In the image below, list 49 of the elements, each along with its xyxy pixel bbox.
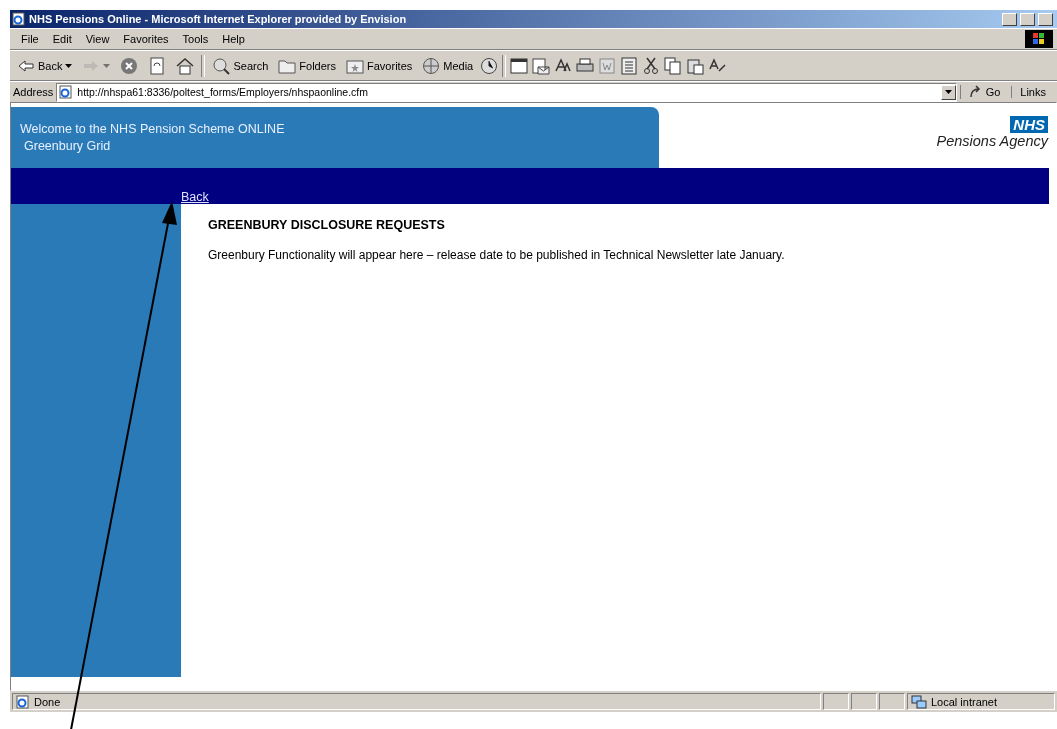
windows-logo-icon xyxy=(1025,30,1053,48)
window-icon[interactable] xyxy=(510,56,529,75)
paste-icon[interactable] xyxy=(686,56,705,75)
status-text: Done xyxy=(34,695,61,708)
toolbar-button[interactable]: Favorites xyxy=(343,56,416,75)
welcome-text: Welcome to the NHS Pension Scheme ONLINE xyxy=(20,122,286,136)
toolbar-button[interactable]: Media xyxy=(419,56,477,75)
page-icon xyxy=(59,85,74,99)
menu-item[interactable]: View xyxy=(78,33,117,45)
address-label: Address xyxy=(13,86,54,98)
links-button[interactable]: Links xyxy=(1011,86,1054,98)
go-arrow-icon xyxy=(968,85,983,99)
search-icon[interactable] xyxy=(212,56,231,75)
printer-icon[interactable] xyxy=(576,56,595,75)
scissors-icon[interactable] xyxy=(642,56,661,75)
logo-text: Pensions Agency xyxy=(936,133,1048,149)
toolbar-button[interactable]: Folders xyxy=(275,56,339,75)
page-icon xyxy=(16,694,30,709)
menu-item[interactable]: Edit xyxy=(45,33,79,45)
go-button[interactable]: Go xyxy=(959,85,1009,99)
status-pane xyxy=(879,693,905,710)
menu-item[interactable]: Help xyxy=(215,33,252,45)
status-pane xyxy=(851,693,877,710)
address-field[interactable]: http://nhspa61:8336/poltest_forms/Employers/nhspaonline.cfm xyxy=(56,82,957,102)
history-icon[interactable] xyxy=(480,56,499,75)
caret-icon xyxy=(944,90,952,94)
browser-icon xyxy=(12,12,26,26)
globe-icon[interactable] xyxy=(422,56,441,75)
toolbar-button[interactable]: Back xyxy=(14,56,76,75)
status-pane xyxy=(823,693,849,710)
menu-item[interactable]: File xyxy=(14,33,46,45)
logo-mark: NHS xyxy=(1010,116,1048,133)
subtitle-text: Greenbury Grid xyxy=(23,139,112,153)
restore-button[interactable] xyxy=(1020,12,1035,26)
page-heading: GREENBURY DISCLOSURE REQUESTS xyxy=(208,218,446,232)
back-link[interactable]: Back xyxy=(181,190,209,204)
window-title: NHS Pensions Online - Microsoft Internet Explorer provided by Envision xyxy=(29,13,408,25)
menu-item[interactable]: Favorites xyxy=(116,33,176,45)
minimize-button[interactable] xyxy=(1002,12,1017,26)
mail-icon[interactable] xyxy=(532,56,551,75)
close-button[interactable] xyxy=(1038,12,1053,26)
menu-item[interactable]: Tools xyxy=(175,33,216,45)
network-icon xyxy=(911,694,927,709)
message-text: Greenbury Functionality will appear here – release date to be published in Technical Newsletter late January. xyxy=(208,248,785,262)
toolbar-button[interactable]: Search xyxy=(209,56,272,75)
zone-text: Local intranet xyxy=(931,695,998,708)
dropdown-button[interactable] xyxy=(940,84,956,100)
copy-icon[interactable] xyxy=(664,56,683,75)
caret-icon[interactable] xyxy=(65,63,73,68)
